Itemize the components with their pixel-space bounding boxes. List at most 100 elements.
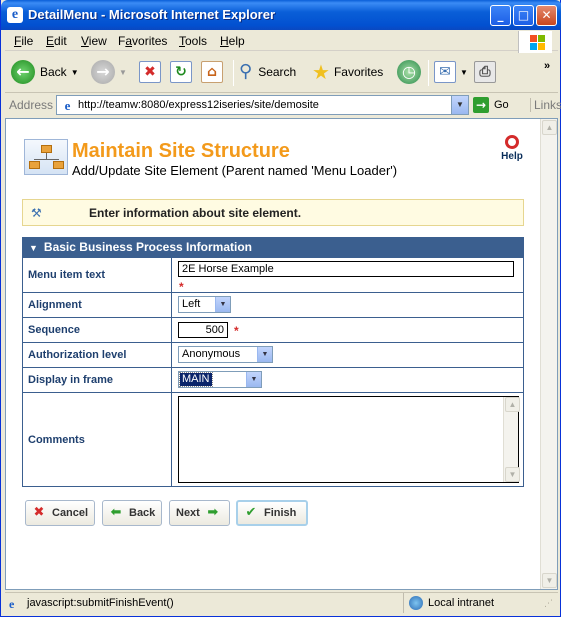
menu-file[interactable]: File [14, 34, 33, 48]
alignment-value: Left [182, 298, 201, 310]
home-icon: ⌂ [201, 61, 223, 83]
menu-favorites[interactable]: Favorites [118, 34, 167, 48]
favorites-button[interactable]: ★ Favorites [312, 58, 383, 86]
alignment-select[interactable]: Left ▼ [178, 296, 231, 313]
go-button[interactable]: → Go [473, 96, 509, 114]
field-label: Display in frame [23, 368, 172, 392]
sequence-input[interactable]: 500 [178, 322, 228, 338]
page: Maintain Site Structure Add/Update Site … [6, 119, 541, 589]
address-dropdown-button[interactable]: ▼ [451, 96, 468, 114]
authorization-value: Anonymous [182, 348, 241, 360]
page-icon: e [64, 98, 71, 113]
mail-icon: ✉ [434, 61, 456, 83]
menu-item-text-input[interactable]: 2E Horse Example [178, 261, 514, 277]
maximize-button[interactable]: □ [513, 5, 534, 26]
field-label: Menu item text [23, 258, 172, 292]
row-menu-item-text: Menu item text 2E Horse Example * [23, 257, 523, 293]
row-display-in-frame: Display in frame MAIN ▼ [23, 367, 523, 392]
display-frame-value: MAIN [179, 372, 213, 387]
finish-button[interactable]: ✔ Finish [236, 500, 308, 526]
comments-textarea[interactable]: ▲ ▼ [178, 396, 520, 483]
lifebuoy-icon [505, 135, 519, 149]
textarea-scrollbar[interactable]: ▲ ▼ [503, 397, 520, 482]
stop-button[interactable]: ✖ [139, 58, 161, 86]
back-arrow-icon: ← [11, 60, 35, 84]
print-button[interactable]: ⎙ [474, 58, 496, 86]
ie-icon: e [7, 7, 23, 23]
chevron-down-icon: ▼ [257, 347, 272, 362]
menu-tools[interactable]: Tools [179, 34, 207, 48]
panel-header[interactable]: ▼ Basic Business Process Information [23, 238, 523, 257]
back-label: Back [129, 507, 156, 519]
arrow-left-icon: ⬅ [110, 505, 122, 520]
cancel-button[interactable]: ✖ Cancel [25, 500, 95, 526]
menu-view[interactable]: View [81, 34, 107, 48]
mail-button[interactable]: ✉ ▼ [434, 58, 468, 86]
row-comments: Comments ▲ ▼ [23, 392, 523, 486]
next-label: Next [176, 507, 200, 519]
history-icon: ◷ [397, 60, 421, 84]
back-button-page[interactable]: ⬅ Back [102, 500, 162, 526]
info-banner: ⚒ Enter information about site element. [22, 199, 524, 226]
field-label: Alignment [23, 293, 172, 317]
scroll-down-icon[interactable]: ▼ [542, 573, 557, 588]
status-bar: e javascript:submitFinishEvent() Local i… [5, 592, 558, 614]
address-input[interactable]: e http://teamw:8080/express12iseries/sit… [56, 95, 469, 115]
authorization-select[interactable]: Anonymous ▼ [178, 346, 273, 363]
title-bar[interactable]: e DetailMenu - Microsoft Internet Explor… [1, 0, 561, 30]
forward-arrow-icon: → [91, 60, 115, 84]
arrow-right-icon: ➡ [207, 505, 219, 520]
scroll-up-icon[interactable]: ▲ [542, 120, 557, 135]
checkmark-icon: ✔ [245, 505, 257, 520]
search-button[interactable]: ⚲ Search [239, 58, 296, 86]
scroll-down-icon[interactable]: ▼ [505, 467, 520, 482]
toolbar-separator [428, 60, 429, 86]
menu-bar: File Edit View Favorites Tools Help [5, 31, 558, 53]
menu-help[interactable]: Help [220, 34, 245, 48]
stop-icon: ✖ [139, 61, 161, 83]
chevron-down-icon: ▼ [70, 67, 79, 77]
status-text: javascript:submitFinishEvent() [27, 597, 174, 609]
scroll-up-icon[interactable]: ▲ [505, 397, 520, 412]
page-title: Maintain Site Structure [72, 140, 290, 162]
close-button[interactable]: ✕ [536, 5, 557, 26]
home-button[interactable]: ⌂ [201, 58, 223, 86]
search-icon: ⚲ [239, 61, 253, 82]
row-alignment: Alignment Left ▼ [23, 292, 523, 317]
cancel-label: Cancel [52, 507, 89, 519]
display-frame-select[interactable]: MAIN ▼ [178, 371, 262, 388]
chevron-down-icon: ▼ [246, 372, 261, 387]
help-label: Help [501, 151, 523, 162]
intranet-globe-icon [409, 596, 423, 610]
toolbar-overflow-chevron[interactable]: » [544, 52, 550, 80]
page-scrollbar[interactable]: ▲ ▼ [540, 119, 557, 589]
minimize-button[interactable]: _ [490, 5, 511, 26]
star-icon: ★ [312, 60, 330, 84]
back-button[interactable]: ← Back ▼ [11, 58, 79, 86]
security-zone: Local intranet [403, 593, 541, 613]
chevron-down-icon: ▼ [215, 297, 230, 312]
next-button[interactable]: Next ➡ [169, 500, 230, 526]
menu-edit[interactable]: Edit [46, 34, 67, 48]
field-label: Sequence [23, 318, 172, 342]
row-sequence: Sequence 500 * [23, 317, 523, 342]
chevron-down-icon: ▼ [460, 67, 468, 77]
resize-grip-icon[interactable]: ⋰ [544, 599, 556, 612]
browser-window: e DetailMenu - Microsoft Internet Explor… [0, 0, 561, 617]
zone-label: Local intranet [428, 597, 495, 609]
collapse-triangle-icon: ▼ [29, 243, 38, 253]
address-bar: Address e http://teamw:8080/express12ise… [5, 94, 561, 116]
window-title: DetailMenu - Microsoft Internet Explorer [28, 7, 276, 22]
history-button[interactable]: ◷ [397, 58, 421, 86]
forward-button[interactable]: → ▼ [91, 58, 127, 86]
windows-logo-icon [518, 31, 552, 53]
help-button[interactable]: Help [499, 135, 525, 163]
back-label: Back [40, 65, 67, 79]
site-structure-icon [24, 139, 68, 175]
refresh-icon: ↻ [170, 61, 192, 83]
links-toolbar[interactable]: Links [530, 98, 561, 112]
printer-icon: ⎙ [474, 61, 496, 83]
refresh-button[interactable]: ↻ [170, 58, 192, 86]
page-subtitle: Add/Update Site Element (Parent named 'M… [72, 163, 398, 178]
go-arrow-icon: → [473, 97, 489, 113]
